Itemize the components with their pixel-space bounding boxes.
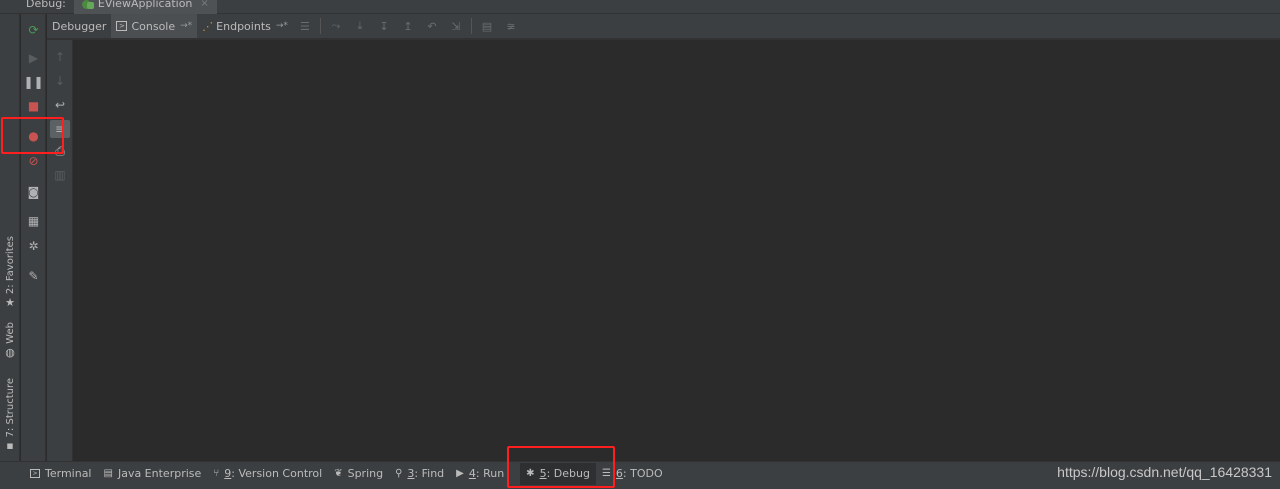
trace-icon[interactable]: ≆: [499, 14, 523, 38]
tool-version-control-mnemonic: 9: [224, 467, 232, 480]
status-bar: [0, 485, 1280, 489]
trash-icon: ▥: [54, 168, 66, 182]
pin-icon: ✎: [28, 268, 39, 283]
resume-button[interactable]: ▶: [24, 48, 43, 67]
tool-spring[interactable]: ❦ Spring: [328, 463, 389, 485]
console-toolbar: ↑ ↓ ↩ ≡ ⎙ ▥: [47, 40, 73, 461]
pin-tab-button[interactable]: ✎: [24, 266, 43, 285]
tab-endpoints[interactable]: ⋰ Endpoints →*: [197, 14, 293, 38]
tool-java-enterprise[interactable]: ▤ Java Enterprise: [98, 463, 208, 485]
stripe-structure-label: 7: Structure: [4, 378, 16, 438]
tab-debugger-label: Debugger: [52, 19, 107, 33]
tab-endpoints-label: Endpoints: [216, 19, 271, 33]
evaluate-expression-icon[interactable]: ▤: [475, 14, 499, 38]
terminal-icon: >: [30, 469, 40, 478]
debug-label: Debug:: [26, 0, 66, 10]
debug-title-bar: Debug: EViewApplication ×: [0, 0, 1280, 14]
tab-console-label: Console: [131, 19, 176, 33]
spring-boot-app-icon: [81, 0, 94, 9]
get-thread-dump-button[interactable]: ◙: [24, 182, 43, 201]
clear-all-button[interactable]: ▥: [50, 166, 70, 184]
stripe-structure[interactable]: ▪ 7: Structure: [2, 378, 18, 454]
tool-todo-label: : TODO: [622, 467, 663, 480]
stop-button[interactable]: ■: [24, 96, 43, 115]
frames-menu-icon[interactable]: ☰: [293, 14, 317, 38]
tab-console[interactable]: > Console →*: [111, 14, 198, 38]
left-tool-stripe: ★ 2: Favorites ◍ Web ▪ 7: Structure: [0, 14, 20, 461]
settings-icon: ✲: [28, 238, 39, 253]
stripe-web-label: Web: [4, 322, 16, 344]
settings-button[interactable]: ✲: [24, 236, 43, 255]
tool-spring-label: Spring: [347, 467, 384, 480]
stripe-favorites-label: 2: Favorites: [4, 236, 16, 295]
tab-endpoints-pin-icon: →*: [275, 21, 288, 31]
run-icon: ▶: [456, 468, 464, 479]
star-icon: ★: [5, 296, 15, 310]
tool-version-control-label: : Version Control: [231, 467, 323, 480]
close-tab-icon[interactable]: ×: [200, 0, 208, 11]
toolbar-separator: [319, 18, 321, 34]
step-out-icon[interactable]: ↥: [396, 14, 420, 38]
tool-version-control[interactable]: ⑂ 9: Version Control: [207, 463, 328, 485]
tool-terminal[interactable]: > Terminal: [24, 463, 98, 485]
java-enterprise-icon: ▤: [103, 468, 113, 479]
tool-java-enterprise-label: Java Enterprise: [117, 467, 202, 480]
step-into-icon[interactable]: ↧: [372, 14, 396, 38]
restore-layout-button[interactable]: ▦: [24, 211, 43, 230]
down-stack-button[interactable]: ↓: [50, 72, 70, 90]
version-control-icon: ⑂: [213, 468, 220, 479]
bottom-tool-bar: > Terminal ▤ Java Enterprise ⑂ 9: Versio…: [0, 461, 1280, 485]
camera-icon: ◙: [27, 184, 40, 199]
structure-icon: ▪: [6, 439, 14, 453]
tool-run[interactable]: ▶ 4: Run: [450, 463, 510, 485]
tool-terminal-label: Terminal: [45, 467, 92, 480]
run-config-tab[interactable]: EViewApplication ×: [73, 0, 217, 14]
resume-icon: ▶: [28, 50, 39, 65]
stripe-favorites[interactable]: ★ 2: Favorites: [2, 236, 18, 311]
debug-side-toolbar: ⟳ ▶ ❚❚ ■ ● ⊘ ◙ ▦ ✲ ✎: [21, 14, 46, 461]
arrow-up-icon: ↑: [54, 50, 66, 64]
web-icon: ◍: [5, 345, 15, 359]
endpoints-icon: ⋰: [202, 19, 214, 33]
stripe-web[interactable]: ◍ Web: [2, 322, 18, 361]
layout-icon: ▦: [27, 213, 40, 228]
tool-find[interactable]: ⚲ 3: Find: [389, 463, 450, 485]
pause-icon: ❚❚: [23, 74, 44, 89]
rerun-button[interactable]: ⟳: [24, 20, 43, 39]
tool-run-mnemonic: 4: [468, 467, 476, 480]
mute-breakpoints-icon: ⊘: [28, 153, 39, 168]
rerun-icon: ⟳: [28, 22, 39, 37]
console-icon: >: [116, 21, 128, 31]
console-output-area[interactable]: [74, 40, 1280, 461]
spring-leaf-icon: ❦: [334, 468, 343, 479]
show-execution-point-icon[interactable]: ⤳: [324, 14, 348, 38]
stop-icon: ■: [27, 98, 40, 113]
tool-find-label: : Find: [414, 467, 445, 480]
soft-wrap-icon: ↩: [54, 98, 66, 112]
highlight-box-breakpoints: [1, 117, 64, 154]
toolbar-separator: [470, 18, 472, 34]
debug-tabs-bar: Debugger > Console →* ⋰ Endpoints →* ☰ ⤳…: [47, 14, 1280, 40]
search-icon: ⚲: [395, 468, 403, 479]
tab-console-pin-icon: →*: [180, 21, 193, 31]
arrow-down-icon: ↓: [54, 74, 66, 88]
pause-button[interactable]: ❚❚: [23, 72, 44, 91]
tool-find-mnemonic: 3: [407, 467, 415, 480]
drop-frame-icon[interactable]: ↶: [420, 14, 444, 38]
run-to-cursor-icon[interactable]: ⇲: [444, 14, 468, 38]
tool-todo-mnemonic: 6: [615, 467, 623, 480]
soft-wrap-button[interactable]: ↩: [50, 96, 70, 114]
run-config-tab-label: EViewApplication: [97, 0, 193, 10]
up-stack-button[interactable]: ↑: [50, 48, 70, 66]
tool-run-label: : Run: [475, 467, 505, 480]
highlight-box-debug-tab: [507, 446, 615, 488]
watermark-url: https://blog.csdn.net/qq_16428331: [1057, 464, 1272, 480]
tab-debugger[interactable]: Debugger: [47, 14, 111, 38]
step-over-icon[interactable]: ⤓: [348, 14, 372, 38]
